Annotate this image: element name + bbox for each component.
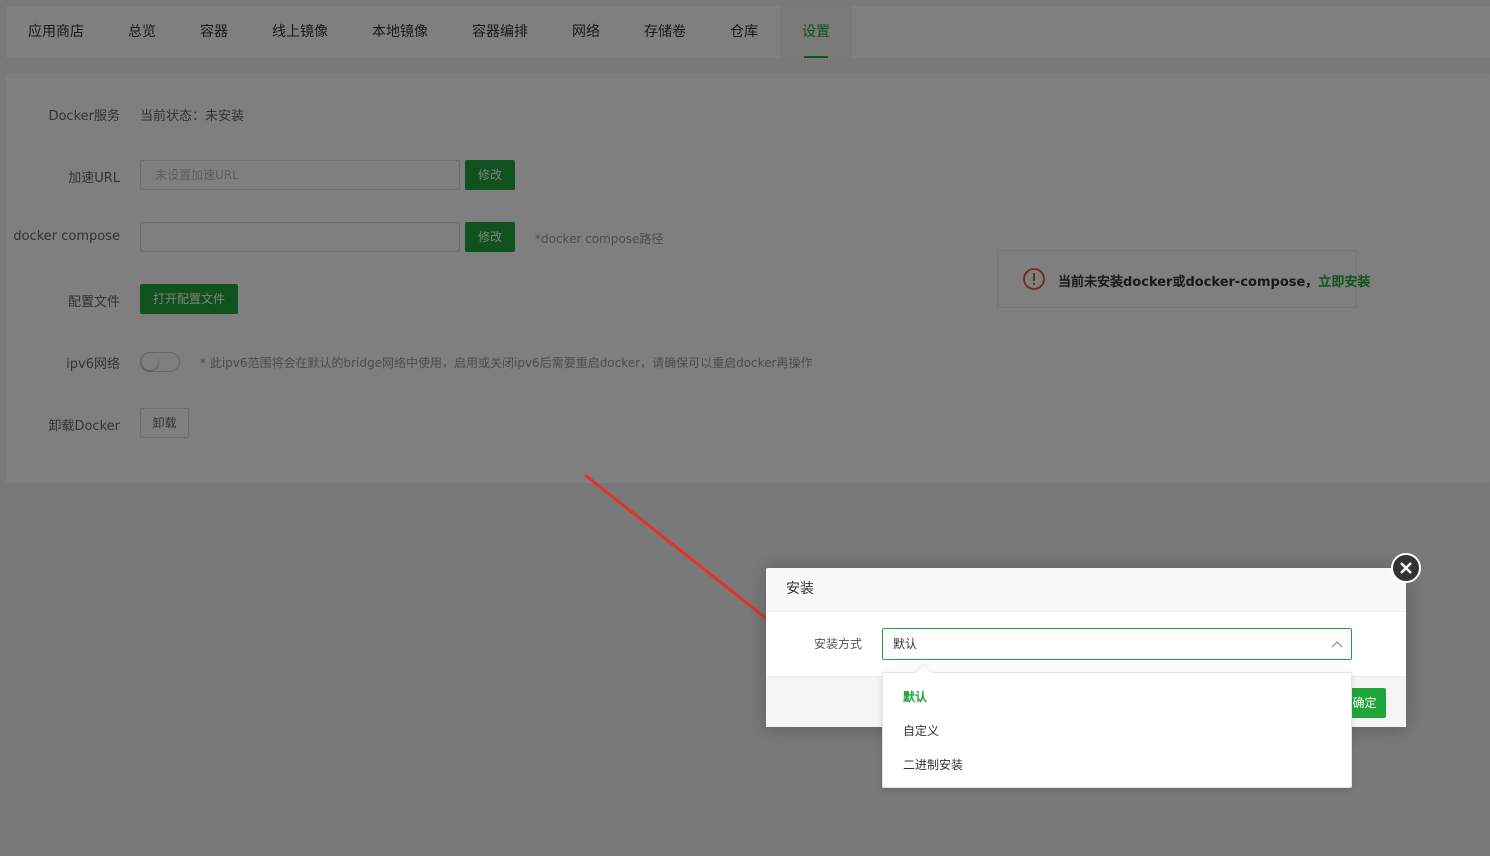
close-modal-button[interactable] — [1391, 553, 1421, 583]
close-icon — [1400, 562, 1412, 574]
modal-title: 安装 — [766, 568, 1406, 612]
install-method-value: 默认 — [893, 637, 918, 651]
install-method-select[interactable]: 默认 — [882, 628, 1352, 660]
chevron-up-icon — [1331, 641, 1343, 648]
modal-body: 安装方式 默认 — [766, 612, 1406, 676]
option-custom[interactable]: 自定义 — [903, 721, 939, 741]
option-binary[interactable]: 二进制安装 — [903, 755, 963, 775]
option-default[interactable]: 默认 — [903, 687, 927, 707]
install-method-label: 安装方式 — [813, 637, 862, 651]
install-method-dropdown: 默认 自定义 二进制安装 — [882, 663, 1352, 788]
